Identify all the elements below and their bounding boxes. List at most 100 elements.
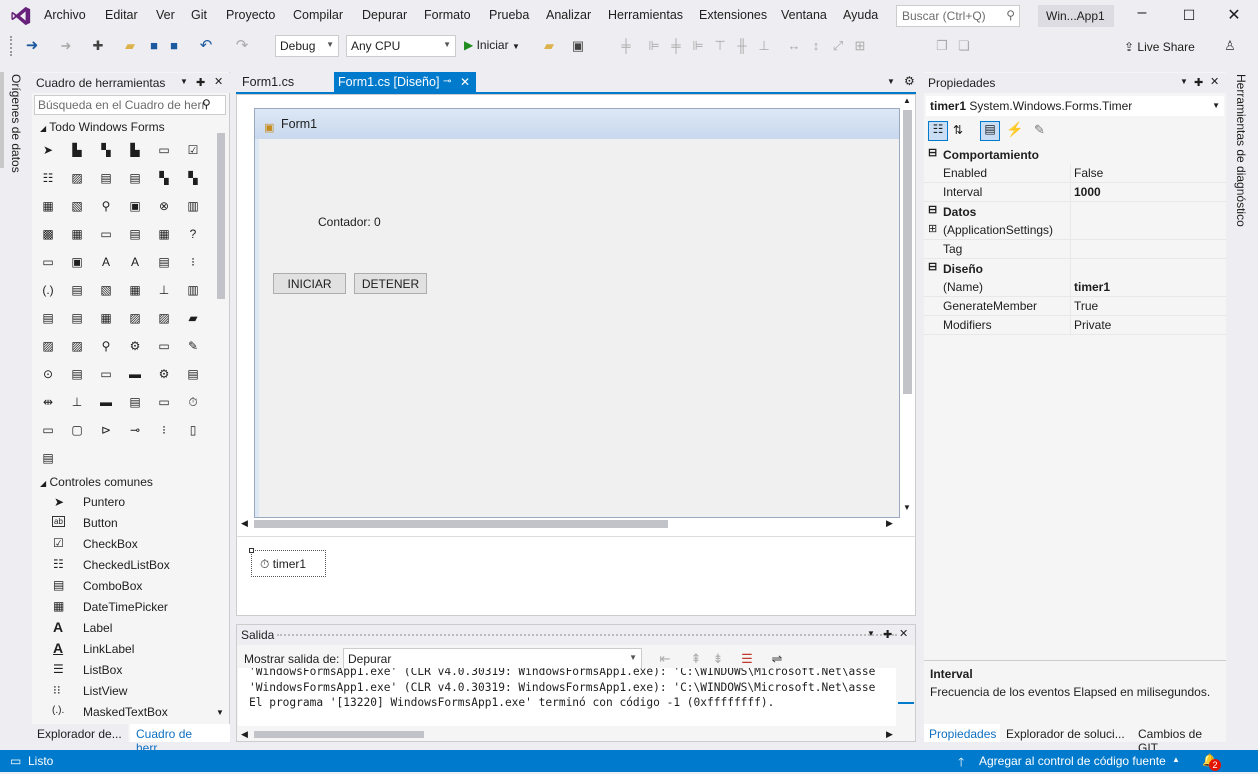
prop-row-appsettings[interactable]: ⊞ (ApplicationSettings) — [924, 221, 1226, 240]
prop-value[interactable]: True — [1074, 299, 1098, 313]
toolbox-control-icon[interactable]: ▭ — [40, 422, 56, 438]
pin-icon[interactable]: ✚ — [196, 76, 205, 89]
output-hscroll-thumb[interactable] — [254, 731, 424, 738]
same-size-icon[interactable]: ⤢ — [830, 38, 846, 54]
screenshot-icon[interactable]: ▣ — [570, 38, 586, 54]
menu-editar[interactable]: Editar — [105, 8, 138, 22]
toolbox-control-icon[interactable]: ▣ — [127, 198, 143, 214]
menu-git[interactable]: Git — [191, 8, 207, 22]
toolbox-control-icon[interactable]: ▭ — [40, 254, 56, 270]
stop-timer-button[interactable]: DETENER — [354, 273, 427, 294]
scroll-down-icon[interactable]: ▼ — [216, 708, 224, 717]
toolbox-control-icon[interactable]: ⊥ — [156, 282, 172, 298]
menu-ver[interactable]: Ver — [156, 8, 175, 22]
list-item[interactable]: ➤ Puntero — [40, 492, 210, 513]
toolbox-control-icon[interactable]: ? — [185, 226, 201, 242]
menu-proyecto[interactable]: Proyecto — [226, 8, 275, 22]
toolbox-control-icon[interactable]: ⚙ — [156, 366, 172, 382]
toolbox-control-icon[interactable]: ☷ — [40, 170, 56, 186]
toolbox-control-icon[interactable]: ▬ — [98, 394, 114, 410]
menu-prueba[interactable]: Prueba — [489, 8, 529, 22]
toolbox-control-icon[interactable]: ▦ — [156, 226, 172, 242]
prop-row-tag[interactable]: Tag — [924, 240, 1226, 259]
live-share-button[interactable]: ⇪ Live Share — [1124, 40, 1195, 54]
toolbox-control-icon[interactable]: ▤ — [69, 282, 85, 298]
toolbox-control-icon[interactable]: (.) — [40, 282, 56, 298]
tab-solution-explorer-right[interactable]: Explorador de soluci... — [1002, 724, 1130, 742]
gear-icon[interactable]: ⚙ — [904, 74, 915, 88]
toolbox-control-icon[interactable]: ▰ — [185, 310, 201, 326]
toolbox-control-icon[interactable]: ☑ — [185, 142, 201, 158]
toolbox-control-icon[interactable]: ▤ — [127, 394, 143, 410]
toolbox-control-icon[interactable]: ▨ — [40, 338, 56, 354]
save-icon[interactable]: ■ — [146, 38, 162, 54]
toolbox-control-icon[interactable]: ▥ — [185, 282, 201, 298]
list-item[interactable]: ▦ DateTimePicker — [40, 597, 210, 618]
list-item[interactable]: ▤ ComboBox — [40, 576, 210, 597]
toolbox-control-icon[interactable]: ▣ — [69, 254, 85, 270]
toolbox-control-icon[interactable]: ▯ — [185, 422, 201, 438]
toolbox-control-icon[interactable]: ▤ — [69, 310, 85, 326]
toolbox-control-icon[interactable]: ▢ — [69, 422, 85, 438]
menu-ayuda[interactable]: Ayuda — [843, 8, 878, 22]
scroll-down-icon[interactable]: ▼ — [903, 503, 911, 512]
menu-archivo[interactable]: Archivo — [44, 8, 86, 22]
prop-row-interval[interactable]: Interval 1000 — [924, 183, 1226, 202]
toolbox-control-icon[interactable]: ⇹ — [40, 394, 56, 410]
pin-icon[interactable]: ✚ — [1194, 76, 1203, 89]
open-folder-icon[interactable]: ▰ — [122, 38, 138, 54]
toolbox-control-icon[interactable]: ⁝ — [156, 422, 172, 438]
designer-hscroll-thumb[interactable] — [254, 520, 668, 528]
find-message-icon[interactable]: ⇤ — [657, 651, 673, 667]
toolbox-control-icon[interactable]: ▭ — [156, 338, 172, 354]
platform-select[interactable]: Any CPU ▼ — [346, 35, 456, 57]
save-all-icon[interactable]: ■ — [166, 38, 182, 54]
form-window[interactable] — [254, 108, 900, 518]
toolbox-control-icon[interactable]: ⊙ — [40, 366, 56, 382]
category-behavior[interactable]: ⊟ Comportamiento — [924, 145, 1226, 164]
menu-analizar[interactable]: Analizar — [546, 8, 591, 22]
undo-icon[interactable]: ↶ — [198, 38, 214, 54]
toolbox-control-icon[interactable]: ▦ — [40, 198, 56, 214]
toolbox-control-icon[interactable]: ▤ — [40, 450, 56, 466]
visual-studio-logo-icon[interactable] — [10, 5, 32, 27]
list-item[interactable]: ab Button — [40, 513, 210, 534]
list-item[interactable]: (.). MaskedTextBox — [40, 702, 210, 723]
prop-value[interactable]: False — [1074, 166, 1103, 180]
toolbox-control-icon[interactable]: ▭ — [98, 366, 114, 382]
category-design[interactable]: ⊟ Diseño — [924, 259, 1226, 278]
toolbox-control-icon[interactable]: ▧ — [98, 282, 114, 298]
prev-message-icon[interactable]: ⇞ — [688, 651, 704, 667]
designer-vscroll-thumb[interactable] — [903, 110, 912, 394]
toolbox-control-icon[interactable]: ▤ — [185, 366, 201, 382]
toolbox-group-all[interactable]: ◢ Todo Windows Forms — [40, 120, 165, 134]
redo-icon[interactable]: ↷ — [234, 38, 250, 54]
menu-extensiones[interactable]: Extensiones — [699, 8, 767, 22]
feedback-icon[interactable]: ♙ — [1222, 38, 1238, 54]
prop-row-generatemember[interactable]: GenerateMember True — [924, 297, 1226, 316]
scroll-left-icon[interactable]: ◀ — [241, 729, 248, 740]
list-item[interactable]: A LinkLabel — [40, 639, 210, 660]
categorized-icon[interactable]: ☷ — [928, 121, 948, 141]
toolbox-control-icon[interactable]: ⊸ — [127, 422, 143, 438]
tab-properties[interactable]: Propiedades — [924, 724, 1000, 742]
list-item[interactable]: ☷ CheckedListBox — [40, 555, 210, 576]
toolbox-control-icon[interactable]: ⊳ — [98, 422, 114, 438]
same-height-icon[interactable]: ↕ — [808, 38, 824, 54]
close-icon[interactable]: ✕ — [1226, 5, 1242, 25]
toolbox-control-icon[interactable]: ⏱ — [185, 394, 201, 410]
toolbox-control-icon[interactable]: ▬ — [127, 366, 143, 382]
toolbox-control-icon[interactable]: ▨ — [156, 310, 172, 326]
output-source-select[interactable]: Depurar ▼ — [343, 648, 642, 670]
toolbox-search-input[interactable]: Búsqueda en el Cuadro de herr — [34, 95, 226, 115]
pin-icon[interactable]: ⊸ — [443, 76, 451, 87]
word-wrap-icon[interactable]: ⇌ — [769, 651, 785, 667]
search-input[interactable]: Buscar (Ctrl+Q) ⚲ — [896, 5, 1020, 27]
browse-folder-icon[interactable]: ▰ — [541, 38, 557, 54]
toolbox-control-icon[interactable]: ⊗ — [156, 198, 172, 214]
toolbox-control-icon[interactable]: ▙ — [69, 142, 85, 158]
toolbox-control-icon[interactable]: ▭ — [156, 394, 172, 410]
menu-herramientas[interactable]: Herramientas — [608, 8, 683, 22]
next-message-icon[interactable]: ⇟ — [710, 651, 726, 667]
maximize-icon[interactable]: ☐ — [1181, 7, 1197, 24]
